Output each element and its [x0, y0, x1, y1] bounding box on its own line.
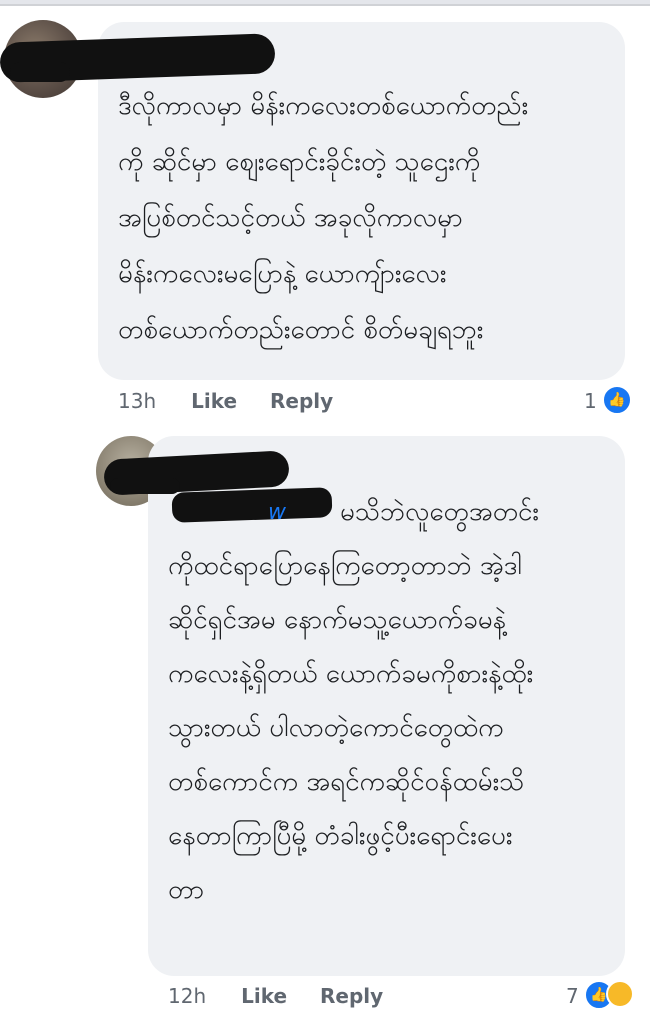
reply-button[interactable]: Reply — [270, 389, 333, 413]
comment-text: ဒီလိုကာလမှာ မိန်းကလေးတစ်ယောက်တည်း ကို ဆိ… — [118, 78, 618, 358]
like-button[interactable]: Like — [241, 984, 287, 1008]
like-button[interactable]: Like — [191, 389, 237, 413]
comment-line: ဆိုင်ရှင်အမ နောက်မသူ့ယောက်ခမနဲ့ — [168, 605, 507, 635]
redaction-mark — [10, 62, 70, 82]
reaction-count[interactable]: 7 — [566, 984, 579, 1008]
reaction-count[interactable]: 1 — [584, 389, 597, 413]
comment-line: ဒီလိုကာလမှာ မိန်းကလေးတစ်ယောက်တည်း — [118, 91, 529, 121]
timestamp[interactable]: 13h — [118, 389, 156, 413]
timestamp[interactable]: 12h — [168, 984, 206, 1008]
comment-actions: 13h Like Reply — [118, 389, 359, 413]
comment-line: မသိဘဲလူတွေအတင်း — [340, 497, 540, 527]
comment-line: တစ်ကောင်က အရင်ကဆိုင်ဝန်ထမ်းသိ — [168, 767, 525, 797]
reply-button[interactable]: Reply — [320, 984, 383, 1008]
haha-icon[interactable] — [606, 980, 634, 1008]
comment-line: ကို ဆိုင်မှာ စျေးရောင်းခိုင်းတဲ့ သူဌေးကိ… — [118, 147, 481, 177]
comment-line: တာ — [168, 875, 205, 905]
comment-line: မိန်းကလေးမပြောနဲ့ ယောကျ်ားလေး — [118, 259, 447, 289]
comment-line: နေတာကြာပြီမို့ တံခါးဖွင့်ပီးရောင်းပေး — [168, 821, 513, 851]
comment-text: မသိဘဲလူတွေအတင်း ကိုထင်ရာပြောနေကြတော့တာဘဲ… — [168, 485, 618, 917]
thumbs-up-icon[interactable]: 👍 — [602, 385, 632, 415]
comment-line: ကိုထင်ရာပြောနေကြတော့တာဘဲ အဲ့ဒါ — [168, 551, 522, 581]
comment-line: ကလေးနဲ့ရှိတယ် ယောက်ခမကိုစားနဲ့ထိုး — [168, 659, 534, 689]
comment-actions: 12h Like Reply — [168, 984, 409, 1008]
divider — [0, 4, 650, 6]
comment-line: အပြစ်တင်သင့်တယ် အခုလိုကာလမှာ — [118, 203, 463, 233]
comment-line: သွားတယ် ပါလာတဲ့ကောင်တွေထဲက — [168, 713, 504, 743]
comment-line: တစ်ယောက်တည်းတောင် စိတ်မချရဘူး — [118, 315, 484, 345]
